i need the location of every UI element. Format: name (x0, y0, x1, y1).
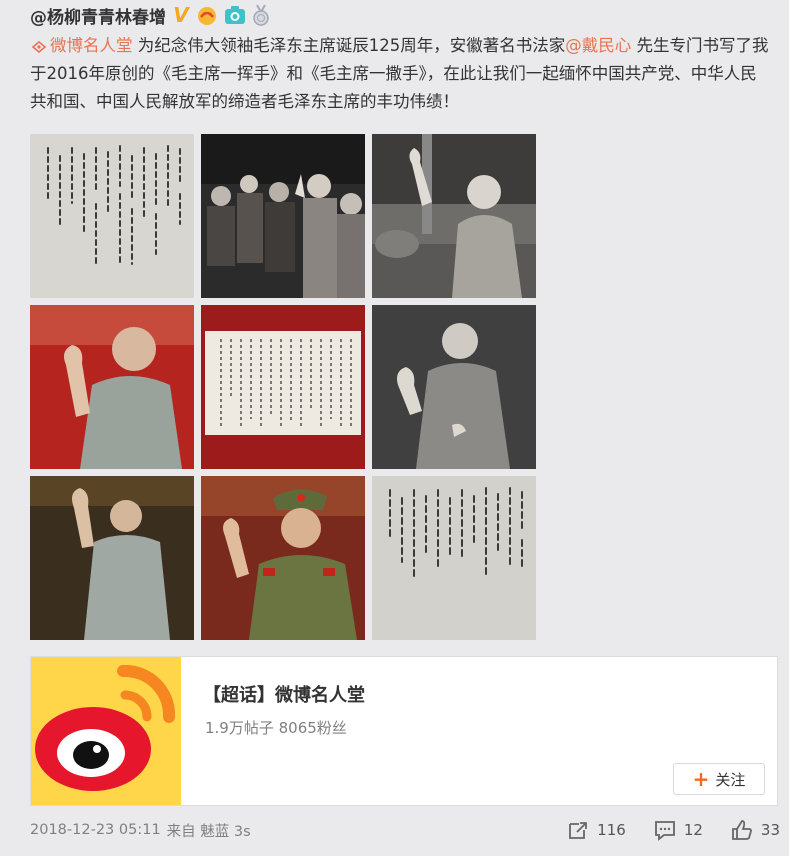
photo-image (201, 134, 365, 298)
card-title[interactable]: 【超话】微博名人堂 (203, 681, 365, 707)
image-6-portrait-bw[interactable] (372, 305, 536, 469)
medal-badge-icon[interactable] (252, 4, 270, 26)
photo-image (201, 476, 365, 640)
image-7-portrait-dark[interactable] (30, 476, 194, 640)
comment-icon (654, 821, 675, 841)
repost-icon (569, 822, 588, 839)
photo-image (30, 305, 194, 469)
post-content: 微博名人堂 为纪念伟大领袖毛泽东主席诞辰125周年，安徽著名书法家@戴民心 先生… (30, 32, 770, 116)
camera-badge-icon[interactable] (224, 5, 246, 25)
author-name[interactable]: @杨柳青青林春增 (30, 3, 166, 28)
comment-count: 12 (683, 821, 703, 839)
image-grid (30, 134, 536, 640)
fan-badge-icon[interactable] (196, 4, 218, 26)
plus-icon: + (692, 767, 710, 791)
image-8-army-cap[interactable] (201, 476, 365, 640)
photo-image (30, 476, 194, 640)
mention-link[interactable]: @戴民心 (565, 36, 631, 55)
repost-count: 116 (597, 821, 626, 839)
image-1-calligraphy[interactable] (30, 134, 194, 298)
image-4-wave-color[interactable] (30, 305, 194, 469)
post-author-row: @杨柳青青林春增 V (30, 2, 270, 28)
post-footer: 2018-12-23 05:11 来自 魅蓝 3s 116 12 33 (30, 818, 780, 842)
topic-link[interactable]: 微博名人堂 (50, 36, 133, 55)
photo-image (372, 134, 536, 298)
photo-image (372, 305, 536, 469)
like-count: 33 (760, 821, 780, 839)
calligraphy-image (30, 134, 194, 298)
calligraphy-image (201, 305, 365, 469)
super-topic-icon (32, 40, 46, 53)
image-9-calligraphy[interactable] (372, 476, 536, 640)
image-3-wave[interactable] (372, 134, 536, 298)
repost-button[interactable]: 116 (567, 819, 626, 841)
weibo-logo-icon (31, 657, 181, 805)
post-timestamp[interactable]: 2018-12-23 05:11 (30, 822, 161, 838)
image-5-calligraphy-red[interactable] (201, 305, 365, 469)
image-2-crowd[interactable] (201, 134, 365, 298)
follow-label: 关注 (715, 770, 746, 789)
super-topic-card[interactable]: 【超话】微博名人堂 1.9万帖子 8065粉丝 + 关注 (30, 656, 778, 806)
comment-button[interactable]: 12 (654, 819, 703, 841)
follow-button[interactable]: + 关注 (673, 763, 765, 795)
post-source: 来自 魅蓝 3s (166, 823, 251, 840)
card-stats: 1.9万帖子 8065粉丝 (205, 719, 347, 737)
post-actions: 116 12 33 (567, 819, 780, 841)
verified-v-icon[interactable]: V (172, 3, 190, 27)
calligraphy-image (372, 476, 536, 640)
post-text-1: 为纪念伟大领袖毛泽东主席诞辰125周年，安徽著名书法家 (137, 36, 566, 55)
like-button[interactable]: 33 (731, 819, 780, 841)
thumbs-up-icon (732, 820, 752, 840)
